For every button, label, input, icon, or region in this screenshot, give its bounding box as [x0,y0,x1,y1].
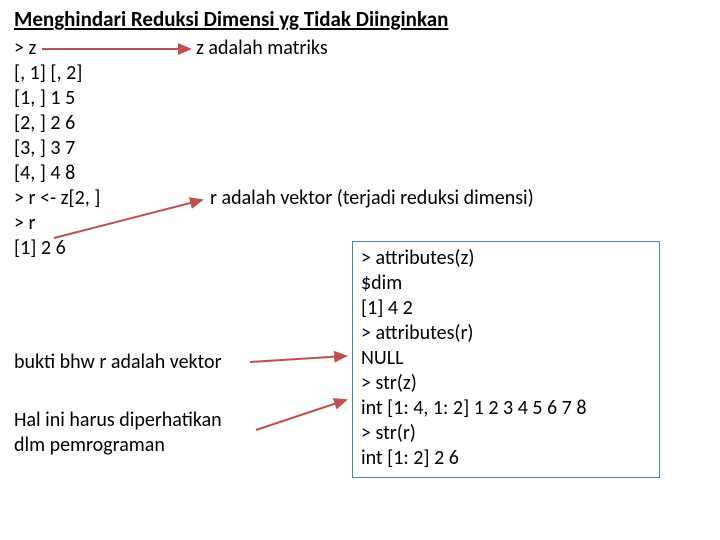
annotation-note-programming: Hal ini harus diperhatikan dlm pemrogram… [14,408,222,458]
slide: Menghindari Reduksi Dimensi yg Tidak Dii… [0,0,720,540]
annotation-r-vector: r adalah vektor (terjadi reduksi dimensi… [210,186,534,210]
arrow-bukti-to-box-1 [250,356,346,362]
code-block-left: > z [, 1] [, 2] [1, ] 1 5 [2, ] 2 6 [3, … [14,36,100,261]
slide-title: Menghindari Reduksi Dimensi yg Tidak Dii… [14,6,448,32]
annotation-z-matrix: z adalah matriks [196,36,328,60]
attributes-box: > attributes(z) $dim [1] 4 2 > attribute… [352,241,660,478]
annotation-proof-vector: bukti bhw r adalah vektor [14,350,222,374]
arrow-bukti-to-box-2 [256,400,346,430]
